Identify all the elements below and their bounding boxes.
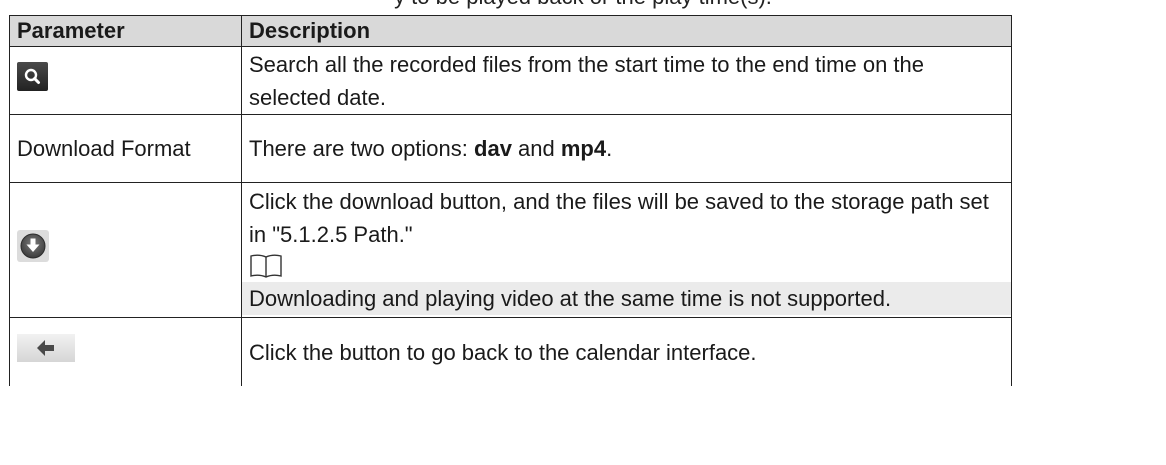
description-mid: and (511, 136, 561, 161)
option-dav: dav (474, 136, 512, 161)
description-cell: Click the button to go back to the calen… (241, 317, 1012, 386)
download-description: Click the download button, and the files… (249, 189, 989, 247)
parameter-table: Parameter Description Search all the rec… (9, 15, 1012, 386)
option-mp4: mp4 (560, 136, 607, 161)
parameter-cell (9, 46, 242, 115)
table-row: Click the button to go back to the calen… (9, 317, 1012, 386)
header-parameter: Parameter (9, 15, 242, 47)
table-header-row: Parameter Description (9, 15, 1012, 47)
parameter-cell: Download Format (9, 114, 242, 183)
note-text: Downloading and playing video at the sam… (242, 282, 1011, 315)
description-cell: There are two options: dav and mp4. (241, 114, 1012, 183)
description-cell: Search all the recorded files from the s… (241, 46, 1012, 115)
search-icon (17, 61, 48, 100)
parameter-cell (9, 317, 242, 386)
table-row: Search all the recorded files from the s… (9, 46, 1012, 115)
description-cell: Click the download button, and the files… (241, 182, 1012, 318)
parameter-cell (9, 182, 242, 318)
download-icon (17, 229, 49, 271)
table-row: Click the download button, and the files… (9, 182, 1012, 318)
back-arrow-icon (17, 333, 75, 371)
description-prefix: There are two options: (249, 136, 475, 161)
description-suffix: . (606, 136, 613, 161)
header-description: Description (241, 15, 1012, 47)
caption-partial: y to be played back or the play time(s). (0, 0, 1166, 8)
table-row: Download Format There are two options: d… (9, 114, 1012, 183)
book-note-icon (249, 253, 283, 279)
